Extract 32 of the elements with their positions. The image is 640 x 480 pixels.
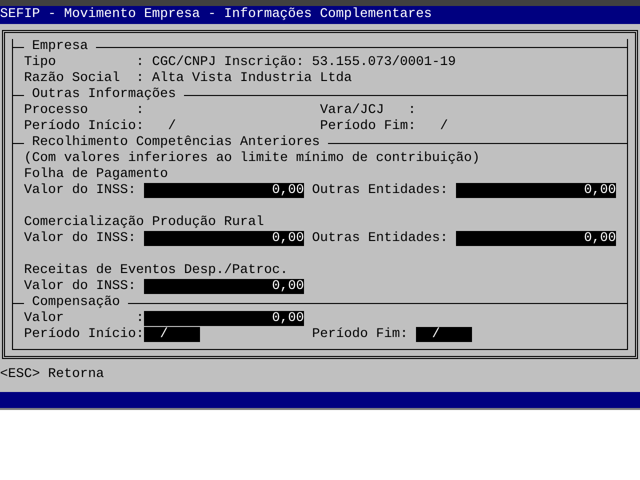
field-label: Outras Entidades:	[312, 183, 448, 199]
form-text: Comercialização Produção Rural	[24, 215, 264, 231]
form-text: Período Fim: /	[320, 119, 448, 135]
section-title: Compensação	[31, 295, 121, 311]
form-text: Razão Social : Alta Vista Industria Ltda	[24, 71, 352, 87]
field-label: Período Início:	[24, 327, 144, 343]
input-field[interactable]: /	[144, 327, 200, 342]
section-title: Outras Informações	[31, 87, 177, 103]
section-title: Empresa	[31, 39, 89, 55]
section-title: Recolhimento Competências Anteriores	[31, 135, 321, 151]
form-text: Vara/JCJ :	[320, 103, 416, 119]
input-field[interactable]: 0,00	[144, 183, 304, 198]
form-text: Período Início: /	[24, 119, 176, 135]
status-text: <ESC> Retorna	[0, 367, 105, 383]
form-text: (Com valores inferiores ao limite mínimo de contribuição)	[24, 151, 480, 167]
input-field[interactable]: 0,00	[456, 231, 616, 246]
field-label: Valor do INSS:	[24, 183, 137, 199]
field-label: Período Fim:	[312, 327, 408, 343]
window-title: SEFIP - Movimento Empresa - Informações Complementares	[0, 6, 640, 24]
field-label: Outras Entidades:	[312, 231, 448, 247]
form-text: Processo :	[24, 103, 144, 119]
field-label: Valor :	[24, 311, 144, 327]
field-label: Valor do INSS:	[24, 279, 137, 295]
field-label: Valor do INSS:	[24, 231, 137, 247]
form-text: Folha de Pagamento	[24, 167, 168, 183]
form-text: Tipo : CGC/CNPJ Inscrição: 53.155.073/0001-19	[24, 55, 456, 71]
input-field[interactable]: 0,00	[144, 311, 304, 326]
input-field[interactable]: 0,00	[144, 231, 304, 246]
form-text: Receitas de Eventos Desp./Patroc.	[24, 263, 288, 279]
input-field[interactable]: 0,00	[456, 183, 616, 198]
input-field[interactable]: 0,00	[144, 279, 304, 294]
input-field[interactable]: /	[416, 327, 472, 342]
